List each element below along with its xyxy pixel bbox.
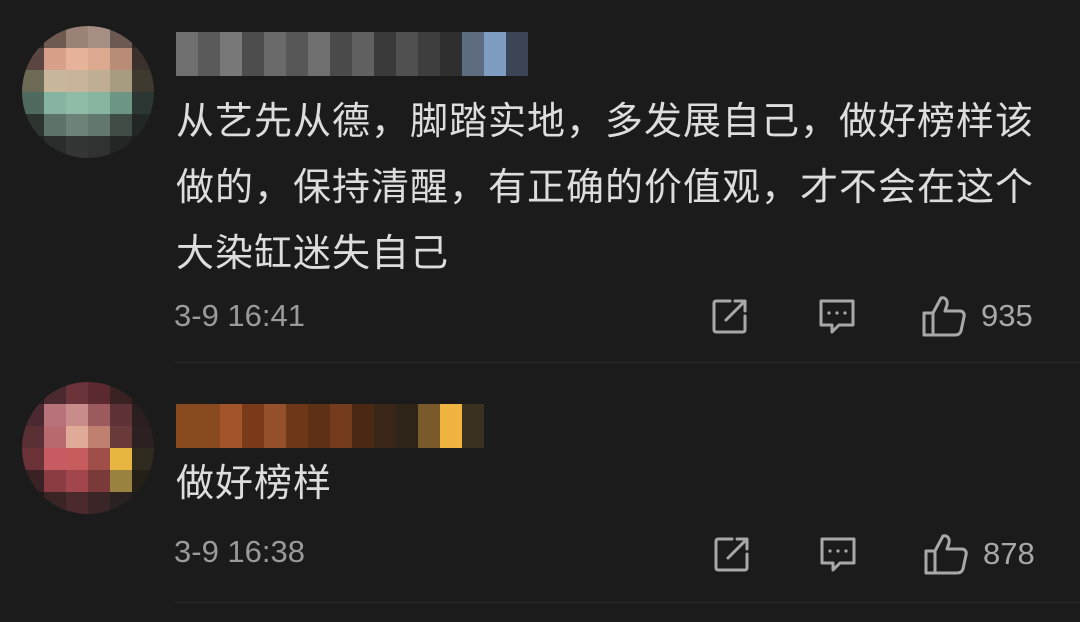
comment-item: 从艺先从德，脚踏实地，多发展自己，做好榜样该做的，保持清醒，有正确的价值观，才不… — [0, 0, 1080, 362]
like-icon — [921, 294, 967, 338]
like-button[interactable]: 878 — [923, 532, 1035, 576]
comment-timestamp: 3-9 16:38 — [174, 534, 305, 569]
like-button[interactable]: 935 — [921, 294, 1033, 338]
share-icon — [712, 534, 752, 574]
comment-feed: 从艺先从德，脚踏实地，多发展自己，做好榜样该做的，保持清醒，有正确的价值观，才不… — [0, 0, 1080, 622]
share-icon — [710, 296, 750, 336]
like-icon — [923, 532, 969, 576]
reply-icon — [818, 534, 858, 574]
reply-icon — [817, 296, 857, 336]
like-count: 878 — [983, 536, 1035, 571]
like-count: 935 — [981, 298, 1033, 333]
comment-divider — [175, 602, 1080, 603]
username[interactable] — [176, 32, 528, 76]
comment-timestamp: 3-9 16:41 — [174, 298, 305, 333]
comment-text: 做好榜样 — [176, 461, 333, 505]
comment-text: 从艺先从德，脚踏实地，多发展自己，做好榜样该做的，保持清醒，有正确的价值观，才不… — [176, 99, 1035, 275]
avatar[interactable] — [22, 26, 154, 158]
reply-button[interactable] — [818, 534, 858, 574]
reply-button[interactable] — [817, 296, 857, 336]
avatar[interactable] — [22, 382, 154, 514]
comment-item: 做好榜样 3-9 16:38 878 — [0, 362, 1080, 606]
share-button[interactable] — [712, 534, 752, 574]
username[interactable] — [176, 404, 484, 448]
share-button[interactable] — [710, 296, 750, 336]
